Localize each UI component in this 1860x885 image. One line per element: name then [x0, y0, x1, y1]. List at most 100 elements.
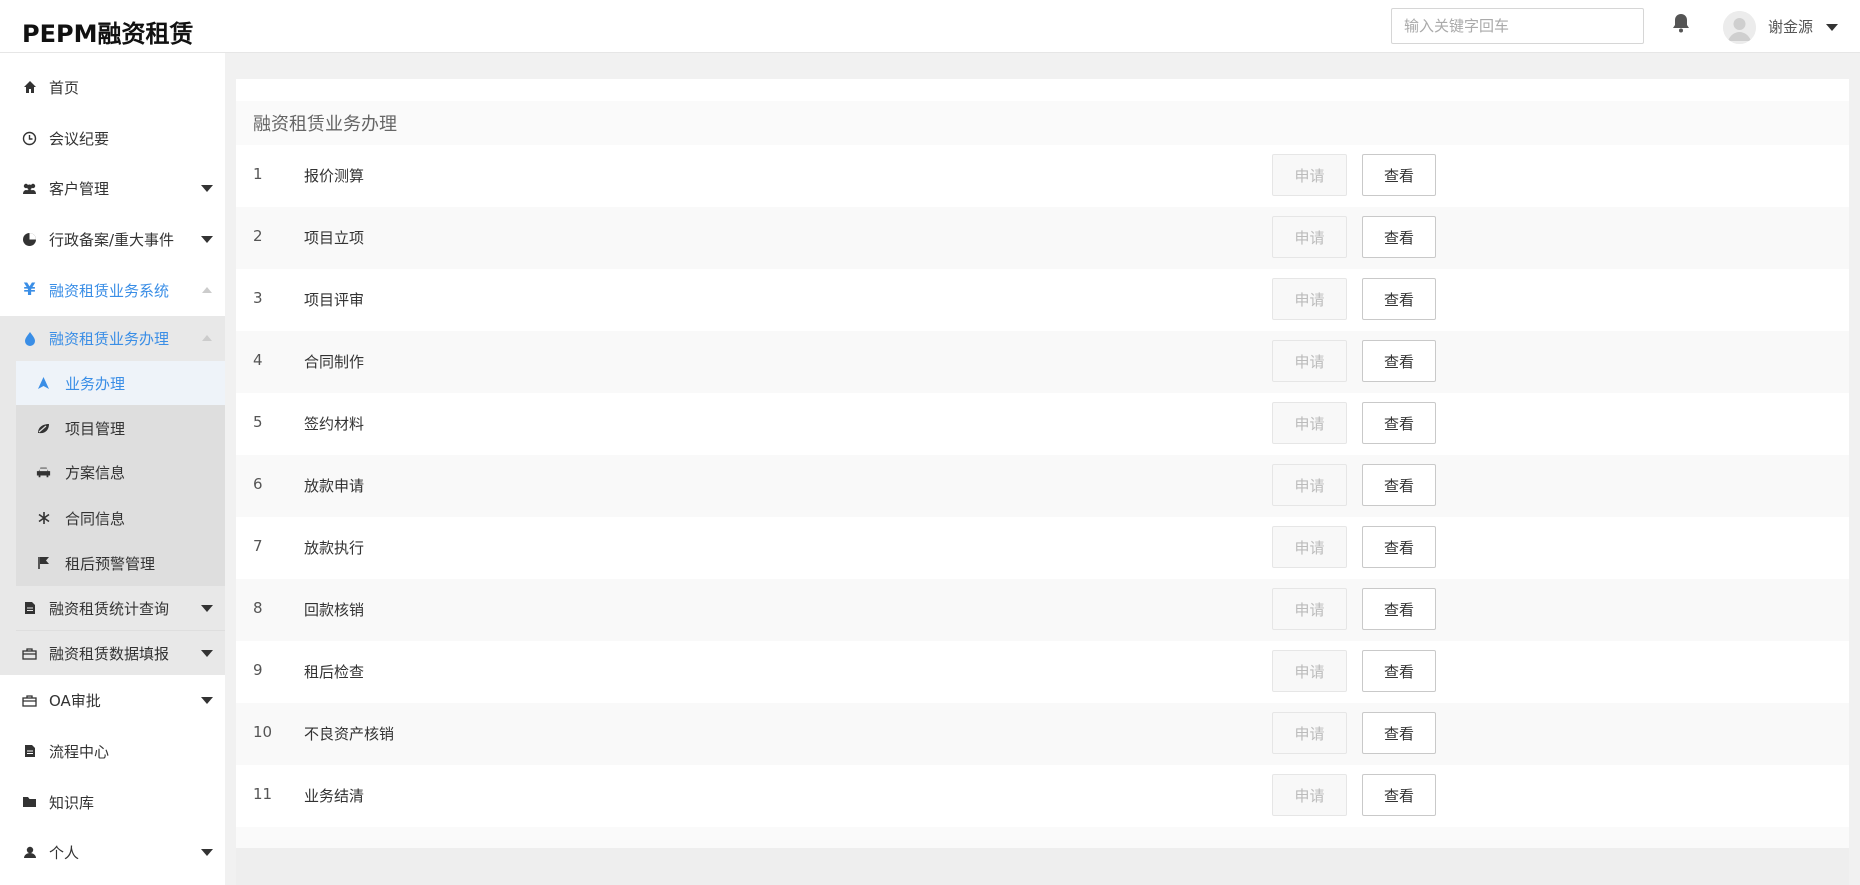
- row-number: 9: [253, 661, 263, 679]
- row-name: 不良资产核销: [304, 725, 395, 743]
- apply-button[interactable]: 申请: [1272, 402, 1347, 444]
- table-row: 1 报价测算 申请 查看: [236, 145, 1849, 207]
- row-number: 10: [253, 723, 273, 741]
- apply-button[interactable]: 申请: [1272, 774, 1347, 816]
- row-number: 5: [253, 413, 263, 431]
- app-logo[interactable]: PEPM融资租赁: [22, 14, 193, 49]
- table-row: 3 项目评审 申请 查看: [236, 269, 1849, 331]
- row-name: 项目评审: [304, 291, 365, 309]
- view-button[interactable]: 查看: [1362, 340, 1436, 382]
- folder-icon: [22, 795, 37, 810]
- document-icon: [22, 744, 37, 759]
- flag-icon: [36, 556, 51, 571]
- home-icon: [22, 80, 37, 95]
- sidebar-subitem-projects[interactable]: 项目管理: [16, 406, 225, 450]
- page-title: 融资租赁业务办理: [253, 114, 397, 135]
- apply-button[interactable]: 申请: [1272, 216, 1347, 258]
- drop-icon: [22, 331, 37, 346]
- view-button[interactable]: 查看: [1362, 216, 1436, 258]
- avatar[interactable]: [1723, 11, 1756, 44]
- apply-button[interactable]: 申请: [1272, 464, 1347, 506]
- sidebar-item-customers[interactable]: 客户管理: [0, 166, 225, 210]
- view-button[interactable]: 查看: [1362, 650, 1436, 692]
- table-row: 6 放款申请 申请 查看: [236, 455, 1849, 517]
- sidebar-item-label: 融资租赁业务办理: [49, 329, 170, 348]
- chevron-down-icon: [201, 235, 213, 243]
- sidebar-item-leasing-system[interactable]: ¥ 融资租赁业务系统: [0, 268, 225, 312]
- table-row: 7 放款执行 申请 查看: [236, 517, 1849, 579]
- table-row: 10 不良资产核销 申请 查看: [236, 703, 1849, 765]
- row-name: 合同制作: [304, 353, 365, 371]
- chevron-up-icon: [202, 335, 212, 341]
- sidebar-item-home[interactable]: 首页: [0, 65, 225, 109]
- sidebar-item-label: 融资租赁业务系统: [49, 281, 170, 300]
- row-name: 放款申请: [304, 477, 365, 495]
- sidebar-item-personal[interactable]: 个人: [0, 830, 225, 874]
- briefcase-icon: [22, 693, 37, 708]
- row-number: 4: [253, 351, 263, 369]
- sidebar-item-knowledge-base[interactable]: 知识库: [0, 780, 225, 824]
- table-row: 2 项目立项 申请 查看: [236, 207, 1849, 269]
- apply-button[interactable]: 申请: [1272, 340, 1347, 382]
- sidebar-item-process-center[interactable]: 流程中心: [0, 729, 225, 773]
- row-name: 项目立项: [304, 229, 365, 247]
- top-header: PEPM融资租赁 谢金源: [0, 0, 1860, 53]
- view-button[interactable]: 查看: [1362, 774, 1436, 816]
- pie-chart-icon: [22, 232, 37, 247]
- sidebar-item-label: 融资租赁统计查询: [49, 599, 170, 618]
- row-name: 报价测算: [304, 167, 365, 185]
- row-name: 租后检查: [304, 663, 365, 681]
- sidebar-item-oa-approval[interactable]: OA审批: [0, 678, 225, 722]
- sidebar-item-label: 个人: [49, 843, 80, 862]
- row-number: 8: [253, 599, 263, 617]
- row-name: 回款核销: [304, 601, 365, 619]
- table-row: 11 业务结清 申请 查看: [236, 765, 1849, 827]
- yen-icon: ¥: [23, 280, 36, 300]
- panel-top-bar: [236, 79, 1849, 101]
- bell-icon[interactable]: [1670, 12, 1692, 34]
- sidebar-item-leasing-stats[interactable]: 融资租赁统计查询: [0, 586, 225, 630]
- sidebar-item-meetings[interactable]: 会议纪要: [0, 116, 225, 160]
- chevron-down-icon: [201, 696, 213, 704]
- row-name: 签约材料: [304, 415, 365, 433]
- table-row: 8 回款核销 申请 查看: [236, 579, 1849, 641]
- apply-button[interactable]: 申请: [1272, 278, 1347, 320]
- view-button[interactable]: 查看: [1362, 526, 1436, 568]
- document-icon: [22, 601, 37, 616]
- view-button[interactable]: 查看: [1362, 154, 1436, 196]
- view-button[interactable]: 查看: [1362, 464, 1436, 506]
- sidebar-subitem-plans[interactable]: 方案信息: [16, 450, 225, 494]
- sidebar-subitem-post-lease-alerts[interactable]: 租后预警管理: [16, 541, 225, 585]
- sidebar-subitem-label: 租后预警管理: [65, 554, 156, 573]
- apply-button[interactable]: 申请: [1272, 712, 1347, 754]
- briefcase-icon: [22, 646, 37, 661]
- table-row: 9 租后检查 申请 查看: [236, 641, 1849, 703]
- view-button[interactable]: 查看: [1362, 588, 1436, 630]
- apply-button[interactable]: 申请: [1272, 154, 1347, 196]
- panel-footer: [236, 848, 1849, 885]
- apply-button[interactable]: 申请: [1272, 588, 1347, 630]
- sidebar-item-leasing-data-entry[interactable]: 融资租赁数据填报: [0, 631, 225, 675]
- sidebar-item-label: 融资租赁数据填报: [49, 644, 170, 663]
- user-icon: [22, 845, 37, 860]
- chevron-down-icon[interactable]: [1826, 24, 1838, 31]
- sidebar-subitem-business-handling[interactable]: 业务办理: [16, 361, 225, 405]
- sidebar-subitem-label: 合同信息: [65, 509, 126, 528]
- search-input[interactable]: [1391, 8, 1644, 44]
- row-number: 7: [253, 537, 263, 555]
- chevron-up-icon: [202, 287, 212, 293]
- sidebar-item-leasing-business[interactable]: 融资租赁业务办理: [0, 316, 225, 360]
- view-button[interactable]: 查看: [1362, 712, 1436, 754]
- sidebar-item-label: 客户管理: [49, 179, 110, 198]
- view-button[interactable]: 查看: [1362, 278, 1436, 320]
- apply-button[interactable]: 申请: [1272, 650, 1347, 692]
- row-number: 1: [253, 165, 263, 183]
- sidebar-subitem-contracts[interactable]: 合同信息: [16, 496, 225, 540]
- table-row: 5 签约材料 申请 查看: [236, 393, 1849, 455]
- sidebar-item-admin-filing[interactable]: 行政备案/重大事件: [0, 217, 225, 261]
- view-button[interactable]: 查看: [1362, 402, 1436, 444]
- navigation-arrow-icon: [36, 376, 51, 391]
- apply-button[interactable]: 申请: [1272, 526, 1347, 568]
- row-number: 11: [253, 785, 273, 803]
- user-name[interactable]: 谢金源: [1768, 16, 1813, 37]
